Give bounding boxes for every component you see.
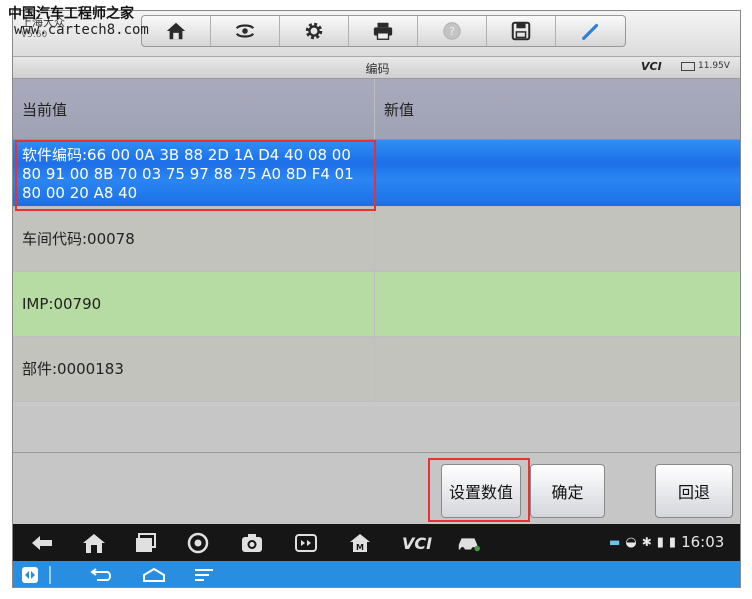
back-arrow-icon (32, 536, 52, 550)
cell-current-value: IMP:00790 (13, 272, 375, 336)
wifi-icon: ◒ (625, 534, 637, 550)
empty-area (13, 406, 740, 524)
table-row[interactable]: IMP:00790 (13, 272, 740, 337)
nav-diagnostic-home-button[interactable]: M (347, 532, 373, 554)
confirm-button[interactable]: 确定 (530, 464, 605, 518)
car-icon (458, 538, 480, 552)
table-header: 当前值 新值 (13, 79, 740, 140)
nav-camera-button[interactable] (239, 532, 265, 554)
nav-home-button[interactable] (81, 532, 107, 554)
garage-home-icon: M (350, 534, 370, 552)
help-icon: ? (443, 22, 461, 40)
signal-icon: ▮ (656, 534, 664, 550)
header-new-value: 新值 (384, 100, 415, 119)
save-button[interactable] (487, 16, 556, 46)
cell-new-value (375, 272, 740, 336)
nav-browser-button[interactable] (185, 532, 211, 554)
nav-recent-button[interactable] (133, 532, 159, 554)
coding-table: 当前值 新值 软件编码:66 00 0A 3B 88 2D 1A D4 40 0… (13, 79, 740, 402)
vci-logo: VCI (641, 60, 662, 73)
page-title: 编码 (365, 62, 390, 76)
cell-current-value: 软件编码:66 00 0A 3B 88 2D 1A D4 40 08 00 80… (13, 140, 375, 206)
media-icon (295, 534, 317, 552)
svg-text:M: M (356, 543, 364, 552)
vehicle-swap-button[interactable] (211, 16, 280, 46)
gear-icon (305, 22, 323, 40)
save-icon (511, 21, 531, 41)
set-value-button[interactable]: 设置数值 (441, 464, 521, 518)
vci-icon: VCI (401, 533, 433, 553)
table-row[interactable]: 软件编码:66 00 0A 3B 88 2D 1A D4 40 08 00 80… (13, 140, 740, 207)
cell-new-value (375, 207, 740, 271)
pen-icon (581, 23, 598, 40)
watermark: 中国汽车工程师之家 www.cartech8.com (8, 6, 149, 38)
taskbar-divider (49, 566, 51, 584)
clock: 16:03 (681, 533, 725, 551)
table-row[interactable]: 车间代码:00078 (13, 207, 740, 272)
menu-icon (195, 569, 213, 581)
watermark-url: www.cartech8.com (14, 22, 149, 38)
return-arrow-icon (90, 568, 111, 581)
svg-text:?: ? (449, 25, 455, 38)
taskbar-app-button[interactable] (21, 566, 39, 584)
app-screen: 上海大众 V5.60 ? 编码 VCI 11.95V 当前值 新值 软件编码:6… (12, 10, 741, 588)
table-row[interactable]: 部件:0000183 (13, 337, 740, 402)
taskbar-back-button[interactable] (89, 566, 113, 584)
recent-apps-icon (136, 533, 156, 552)
home-button[interactable] (142, 16, 211, 46)
camera-icon (242, 534, 262, 552)
bluetooth-icon: ✱ (641, 535, 652, 549)
print-button[interactable] (349, 16, 418, 46)
title-bar: 编码 VCI 11.95V (13, 57, 740, 79)
home-icon (83, 534, 105, 553)
nav-media-button[interactable] (293, 532, 319, 554)
watermark-text: 中国汽车工程师之家 (8, 6, 134, 22)
taskbar-home-button[interactable] (141, 566, 167, 584)
bottom-taskbar (13, 561, 740, 587)
cell-current-value: 部件:0000183 (13, 337, 375, 401)
printer-icon (373, 22, 393, 40)
cell-new-value (375, 337, 740, 401)
home-outline-icon (143, 567, 165, 582)
help-button[interactable]: ? (418, 16, 487, 46)
settings-button[interactable] (280, 16, 349, 46)
nav-vci-button[interactable]: VCI (399, 532, 435, 554)
cell-new-value (375, 140, 740, 206)
status-area: ▬ ◒ ✱ ▮ ▮ 16:03 (609, 533, 724, 551)
nav-back-button[interactable] (29, 532, 55, 554)
taskbar-menu-button[interactable] (193, 566, 215, 584)
chrome-icon (187, 532, 209, 554)
header-current-value: 当前值 (13, 79, 375, 139)
toolbar-button-group: ? (141, 15, 626, 47)
android-nav-bar: M VCI ▬ ◒ ✱ ▮ ▮ 16:03 (13, 524, 740, 561)
battery-voltage: 11.95V (698, 61, 730, 71)
battery-status-icon: ▮ (668, 534, 677, 550)
home-icon (166, 22, 186, 40)
car-swap-icon (235, 24, 255, 38)
back-button[interactable]: 回退 (655, 464, 733, 518)
battery-indicator: 11.95V (681, 61, 730, 71)
vci-logo-text: VCI (641, 60, 662, 73)
battery-icon (681, 61, 695, 71)
cell-current-value: 车间代码:00078 (13, 207, 375, 271)
status-dash-icon: ▬ (609, 535, 621, 549)
nav-vehicle-button[interactable] (453, 532, 483, 554)
edit-button[interactable] (556, 16, 625, 46)
footer-divider (13, 452, 740, 453)
app-switch-icon (22, 567, 38, 583)
